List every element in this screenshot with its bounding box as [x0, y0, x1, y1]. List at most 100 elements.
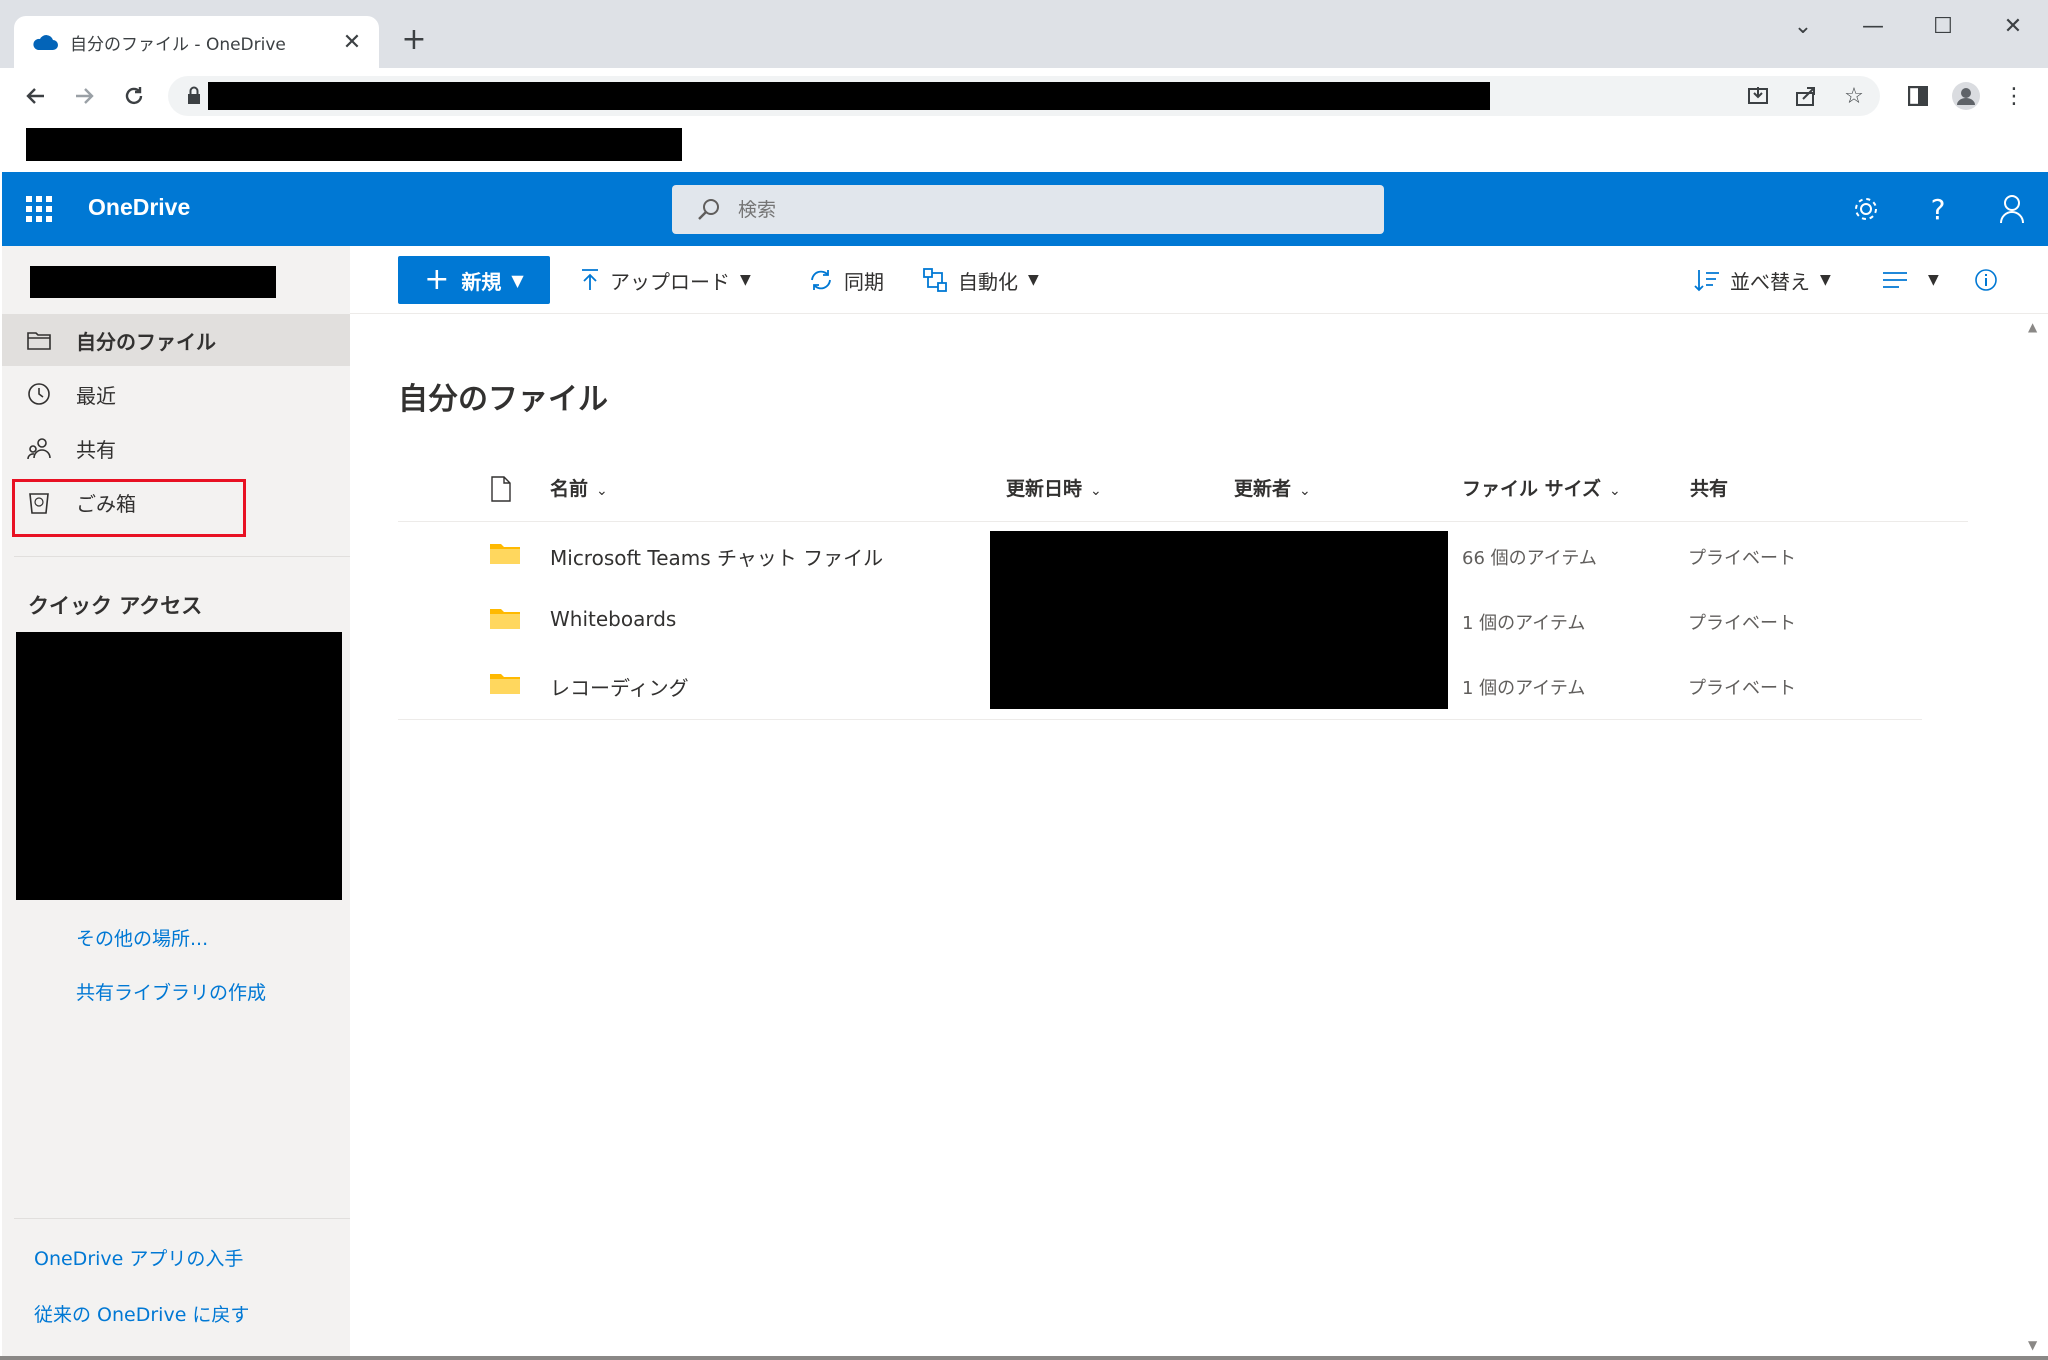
- folder-icon: [490, 542, 520, 566]
- view-options-button[interactable]: ▼: [1882, 256, 1939, 304]
- create-shared-library-link[interactable]: 共有ライブラリの作成: [76, 978, 266, 1005]
- sidebar-item-label: 共有: [76, 437, 116, 462]
- plus-icon: +: [424, 262, 450, 297]
- quick-access-title: クイック アクセス: [28, 594, 203, 618]
- share-icon[interactable]: [1790, 80, 1822, 112]
- sync-icon: [808, 268, 834, 292]
- sidebar-item-recent[interactable]: 最近: [2, 368, 350, 420]
- column-header-file-size[interactable]: ファイル サイズ ⌄: [1462, 474, 1621, 501]
- clock-icon: [26, 381, 52, 407]
- sidebar-item-my-files[interactable]: 自分のファイル: [2, 314, 350, 366]
- address-bar[interactable]: [168, 76, 1880, 116]
- sync-label: 同期: [844, 269, 884, 294]
- return-to-classic-link[interactable]: 従来の OneDrive に戻す: [34, 1300, 249, 1327]
- upload-arrow-icon: [580, 268, 600, 292]
- profile-avatar-icon[interactable]: [1950, 80, 1982, 112]
- sidebar-item-label: 自分のファイル: [76, 329, 216, 354]
- chevron-down-icon: ▼: [1928, 272, 1939, 288]
- file-size: 1 個のアイテム: [1462, 613, 1586, 634]
- column-header-modified-by[interactable]: 更新者 ⌄: [1234, 474, 1311, 501]
- new-button[interactable]: + 新規 ▼: [398, 256, 550, 304]
- upload-button[interactable]: アップロード ▼: [580, 256, 751, 304]
- search-input[interactable]: [738, 185, 1358, 234]
- scrollbar[interactable]: ▲ ▼: [2020, 314, 2048, 1358]
- sharing-status: プライベート: [1688, 678, 1796, 699]
- left-navigation: 自分のファイル 最近 共有 ごみ箱 クイック アクセス その他の場所... 共有…: [2, 246, 350, 1358]
- people-icon: [26, 435, 52, 461]
- reload-icon[interactable]: [116, 78, 152, 114]
- chevron-down-icon: ▼: [1028, 272, 1039, 288]
- chevron-down-icon: ⌄: [596, 483, 608, 499]
- window-bottom-border: [0, 1356, 2048, 1360]
- folder-icon: [490, 607, 520, 631]
- sort-button[interactable]: 並べ替え ▼: [1694, 256, 1831, 304]
- info-icon: [1974, 268, 1998, 292]
- column-header-name[interactable]: 名前 ⌄: [550, 474, 608, 501]
- flow-icon: [922, 267, 948, 293]
- redacted-bookmarks: [26, 128, 682, 161]
- minimize-icon[interactable]: —: [1838, 0, 1908, 52]
- bookmark-star-icon[interactable]: ☆: [1838, 80, 1870, 112]
- page-title: 自分のファイル: [398, 382, 608, 417]
- list-bottom-divider: [398, 719, 1922, 720]
- file-type-icon[interactable]: [490, 476, 512, 506]
- chevron-down-icon: ▼: [740, 272, 751, 288]
- file-name[interactable]: レコーディング: [550, 672, 689, 701]
- new-button-label: 新規: [461, 269, 502, 294]
- side-panel-icon[interactable]: [1902, 80, 1934, 112]
- sharing-status: プライベート: [1688, 613, 1796, 634]
- onedrive-header: OneDrive ?: [2, 172, 2048, 246]
- folder-icon: [490, 672, 520, 696]
- chevron-down-icon: ⌄: [1299, 483, 1311, 499]
- help-icon[interactable]: ?: [1918, 189, 1958, 229]
- maximize-icon[interactable]: ☐: [1908, 0, 1978, 52]
- automate-button[interactable]: 自動化 ▼: [922, 256, 1039, 304]
- folder-icon: [26, 327, 52, 353]
- sharing-status: プライベート: [1688, 548, 1796, 569]
- install-app-icon[interactable]: [1742, 80, 1774, 112]
- divider: [14, 556, 350, 557]
- redacted-modified-columns: [990, 531, 1448, 709]
- settings-gear-icon[interactable]: [1846, 189, 1886, 229]
- close-window-icon[interactable]: ✕: [1978, 0, 2048, 52]
- details-pane-button[interactable]: [1974, 256, 2008, 304]
- scroll-down-icon[interactable]: ▼: [2028, 1338, 2037, 1352]
- chevron-down-icon: ⌄: [1090, 483, 1102, 499]
- new-tab-button[interactable]: +: [398, 24, 430, 56]
- scroll-up-icon[interactable]: ▲: [2028, 320, 2037, 334]
- column-header-sharing[interactable]: 共有: [1690, 474, 1728, 501]
- back-arrow-icon[interactable]: [18, 78, 54, 114]
- file-size: 1 個のアイテム: [1462, 678, 1586, 699]
- list-view-icon: [1882, 270, 1908, 290]
- browser-toolbar: ☆ ⋮: [0, 68, 2048, 124]
- upload-label: アップロード: [610, 269, 730, 294]
- automate-label: 自動化: [958, 269, 1018, 294]
- tab-close-icon[interactable]: ✕: [339, 30, 365, 55]
- account-icon[interactable]: [1992, 189, 2032, 229]
- app-launcher-icon[interactable]: [26, 196, 52, 222]
- command-bar: + 新規 ▼ アップロード ▼ 同期 自動化 ▼ 並べ替え ▼ ▼: [350, 246, 2048, 314]
- column-header-label: 更新者: [1234, 478, 1292, 500]
- chevron-down-icon: ⌄: [1609, 483, 1621, 499]
- file-name[interactable]: Whiteboards: [550, 607, 676, 631]
- redacted-quick-access-list: [16, 632, 342, 900]
- search-box[interactable]: [672, 185, 1384, 234]
- column-header-label: 共有: [1690, 478, 1729, 500]
- column-header-modified[interactable]: 更新日時 ⌄: [1006, 474, 1102, 501]
- forward-arrow-icon[interactable]: [66, 78, 102, 114]
- bookmarks-bar: [0, 124, 2048, 172]
- more-places-link[interactable]: その他の場所...: [76, 924, 208, 951]
- tab-title: 自分のファイル - OneDrive: [70, 34, 286, 55]
- sync-button[interactable]: 同期: [808, 256, 884, 304]
- menu-kebab-icon[interactable]: ⋮: [1998, 80, 2030, 112]
- get-onedrive-apps-link[interactable]: OneDrive アプリの入手: [34, 1244, 243, 1271]
- file-list-header: 名前 ⌄ 更新日時 ⌄ 更新者 ⌄ ファイル サイズ ⌄ 共有: [398, 462, 1968, 522]
- sort-icon: [1694, 268, 1720, 292]
- app-name[interactable]: OneDrive: [88, 194, 190, 221]
- file-name[interactable]: Microsoft Teams チャット ファイル: [550, 542, 883, 571]
- window-controls: ⌄ — ☐ ✕: [1768, 0, 2048, 52]
- annotation-highlight-box: [12, 479, 246, 537]
- sidebar-item-shared[interactable]: 共有: [2, 422, 350, 474]
- tab-search-icon[interactable]: ⌄: [1768, 0, 1838, 52]
- browser-tab[interactable]: 自分のファイル - OneDrive ✕: [14, 16, 379, 68]
